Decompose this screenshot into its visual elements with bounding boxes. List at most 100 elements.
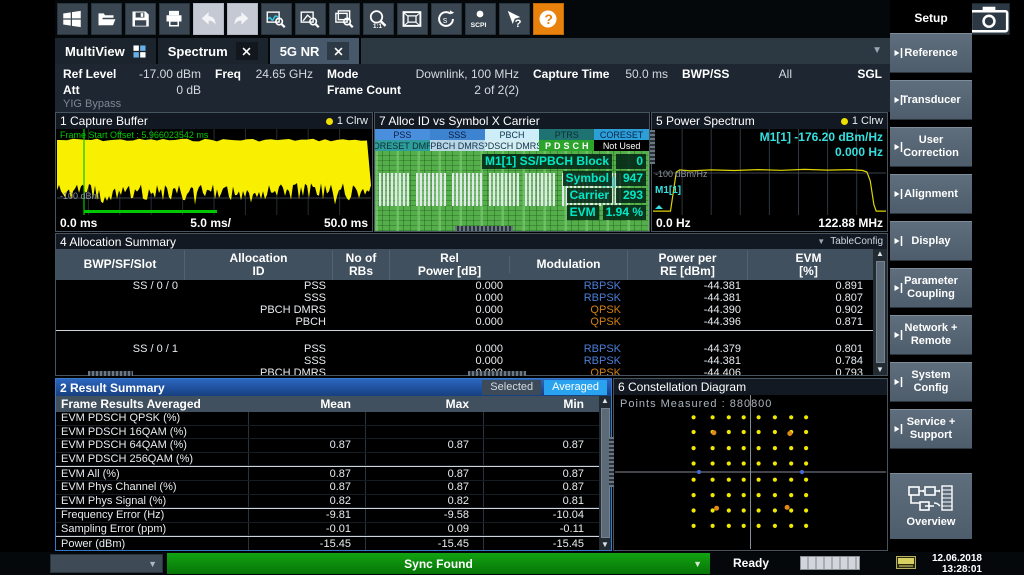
chevron-down-icon[interactable]: ▼: [872, 45, 882, 56]
value-cell: SSS: [184, 355, 332, 367]
fit-screen-button[interactable]: [397, 3, 428, 35]
splitter-handle[interactable]: [650, 130, 655, 164]
softkey-network-remote[interactable]: Network + Remote: [890, 315, 972, 355]
value-cell: QPSK: [509, 304, 627, 316]
column-header[interactable]: BWP/SF/Slot: [56, 256, 184, 273]
sweep-mode-single-label[interactable]: SGL: [857, 67, 882, 81]
column-header[interactable]: Frame Results Averaged: [56, 398, 248, 411]
screenshot-button[interactable]: [968, 3, 1010, 35]
undo-button[interactable]: [193, 3, 224, 35]
splitter-handle[interactable]: [88, 371, 133, 376]
help-button[interactable]: ?: [533, 3, 564, 35]
power-spectrum-titlebar[interactable]: 5 Power Spectrum 1 Clrw: [652, 113, 887, 129]
column-header[interactable]: Max: [365, 398, 483, 411]
column-header[interactable]: Min: [483, 398, 598, 411]
overview-label: Overview: [907, 516, 956, 528]
legend-pdsch-dmrs: PDSCH DMRS: [485, 140, 540, 151]
column-header[interactable]: No of RBs: [332, 250, 389, 280]
context-help-button[interactable]: ?: [499, 3, 530, 35]
column-header[interactable]: Mean: [248, 398, 365, 411]
power-spectrum-x-axis: 0.0 Hz 122.88 MHz: [652, 215, 887, 231]
column-header[interactable]: Allocation ID: [184, 250, 332, 280]
zoom-selection-button[interactable]: [295, 3, 326, 35]
result-row: EVM PDSCH QPSK (%): [56, 412, 599, 426]
setting-freq[interactable]: Freq24.65 GHz: [215, 67, 313, 81]
window-capture-buffer: 1 Capture Buffer 1 Clrw Frame Start Offs…: [55, 112, 373, 232]
setting-att[interactable]: Att0 dB: [63, 83, 201, 97]
close-tab-icon[interactable]: [327, 42, 349, 60]
averaged-view-button[interactable]: Averaged: [544, 380, 607, 395]
chevron-down-icon: ▼: [148, 559, 157, 569]
softkey-display[interactable]: Display: [890, 221, 972, 261]
scroll-up-icon[interactable]: ▲: [876, 249, 884, 259]
zoom-multi-window-button[interactable]: [329, 3, 360, 35]
softkey-system-config[interactable]: System Config: [890, 362, 972, 402]
y-gridline-label: -100 dBm: [60, 191, 99, 201]
zoom-1-1-button[interactable]: 1:1: [363, 3, 394, 35]
svg-text:s: s: [443, 15, 448, 25]
legend-sss: SSS: [430, 129, 485, 140]
value-cell: PSS: [184, 280, 332, 292]
print-button[interactable]: [159, 3, 190, 35]
single-sweep-button[interactable]: s: [431, 3, 462, 35]
table-config-button[interactable]: ▼ TableConfig: [817, 236, 883, 247]
tab-label: MultiView: [65, 44, 125, 59]
allocation-summary-titlebar[interactable]: 4 Allocation Summary ▼ TableConfig: [56, 234, 887, 249]
value-cell: 0.902: [747, 304, 869, 316]
setting-frame-count[interactable]: Frame Count2 of 2(2): [327, 83, 519, 97]
marker-readout-label: EVM: [567, 205, 599, 220]
keyboard-icon[interactable]: [896, 556, 916, 569]
capture-buffer-titlebar[interactable]: 1 Capture Buffer 1 Clrw: [56, 113, 372, 129]
scpi-recorder-button[interactable]: SCPI: [465, 3, 496, 35]
column-header[interactable]: EVM [%]: [747, 250, 869, 280]
setting-label: Mode: [327, 67, 358, 81]
splitter-handle[interactable]: [455, 226, 513, 231]
date-time[interactable]: 12.06.2018 13:28:01: [932, 553, 982, 575]
tab-5g-nr[interactable]: 5G NR: [270, 38, 360, 64]
sync-status-bar[interactable]: Sync Found ▼: [167, 553, 710, 574]
window-title: 7 Alloc ID vs Symbol X Carrier: [379, 114, 645, 128]
alloc-map-titlebar[interactable]: 7 Alloc ID vs Symbol X Carrier: [375, 113, 649, 129]
column-header[interactable]: Modulation: [509, 256, 627, 273]
softkey-parameter-coupling[interactable]: Parameter Coupling: [890, 268, 972, 308]
save-button[interactable]: [125, 3, 156, 35]
result-label: EVM PDSCH 16QAM (%): [56, 426, 248, 439]
setting-label: BWP/SS: [682, 67, 729, 81]
legend-pss: PSS: [375, 129, 430, 140]
scroll-down-icon[interactable]: ▼: [601, 540, 609, 550]
windows-start-button[interactable]: [57, 3, 88, 35]
overview-button[interactable]: Overview: [890, 473, 972, 539]
constellation-titlebar[interactable]: 6 Constellation Diagram: [614, 379, 887, 395]
scroll-up-icon[interactable]: ▲: [601, 396, 609, 406]
column-header[interactable]: Power per RE [dBm]: [627, 250, 747, 280]
status-dropdown[interactable]: ▼: [50, 554, 163, 573]
redo-button[interactable]: [227, 3, 258, 35]
column-header[interactable]: Rel Power [dB]: [389, 250, 509, 280]
zoom-trace-button[interactable]: [261, 3, 292, 35]
splitter-handle[interactable]: [609, 437, 614, 487]
setting-bwp-ss[interactable]: BWP/SSAll: [682, 67, 792, 81]
softkey-alignment[interactable]: Alignment: [890, 174, 972, 214]
softkey-service-support[interactable]: Service + Support: [890, 409, 972, 449]
close-tab-icon[interactable]: [236, 42, 258, 60]
open-file-button[interactable]: [91, 3, 122, 35]
result-summary-titlebar[interactable]: 2 Result Summary SelectedAveraged: [56, 379, 611, 396]
scroll-down-icon[interactable]: ▼: [876, 365, 884, 375]
softkey-user-correction[interactable]: User Correction: [890, 127, 972, 167]
window-title: 4 Allocation Summary: [60, 235, 817, 249]
legend-coreset-dmrs: CORESET DMRS: [375, 140, 430, 151]
softkey-transducer[interactable]: Transducer: [890, 80, 972, 120]
result-row: EVM PDSCH 16QAM (%): [56, 426, 599, 440]
splitter-handle[interactable]: [468, 371, 526, 376]
setting-capture-time[interactable]: Capture Time50.0 ms: [533, 67, 668, 81]
svg-text:SCPI: SCPI: [471, 22, 487, 29]
setting-ref-level[interactable]: Ref Level-17.00 dBm: [63, 67, 201, 81]
tab-multiview[interactable]: MultiView: [55, 38, 156, 64]
scrollbar-thumb[interactable]: [876, 261, 885, 363]
result-row: EVM Phys Channel (%)0.870.870.87: [56, 481, 599, 495]
softkey-reference[interactable]: Reference: [890, 33, 972, 73]
allocation-summary-scrollbar[interactable]: ▲ ▼: [873, 249, 887, 375]
tab-spectrum[interactable]: Spectrum: [158, 38, 268, 64]
selected-view-button[interactable]: Selected: [482, 380, 541, 395]
setting-mode[interactable]: ModeDownlink, 100 MHz: [327, 67, 519, 81]
